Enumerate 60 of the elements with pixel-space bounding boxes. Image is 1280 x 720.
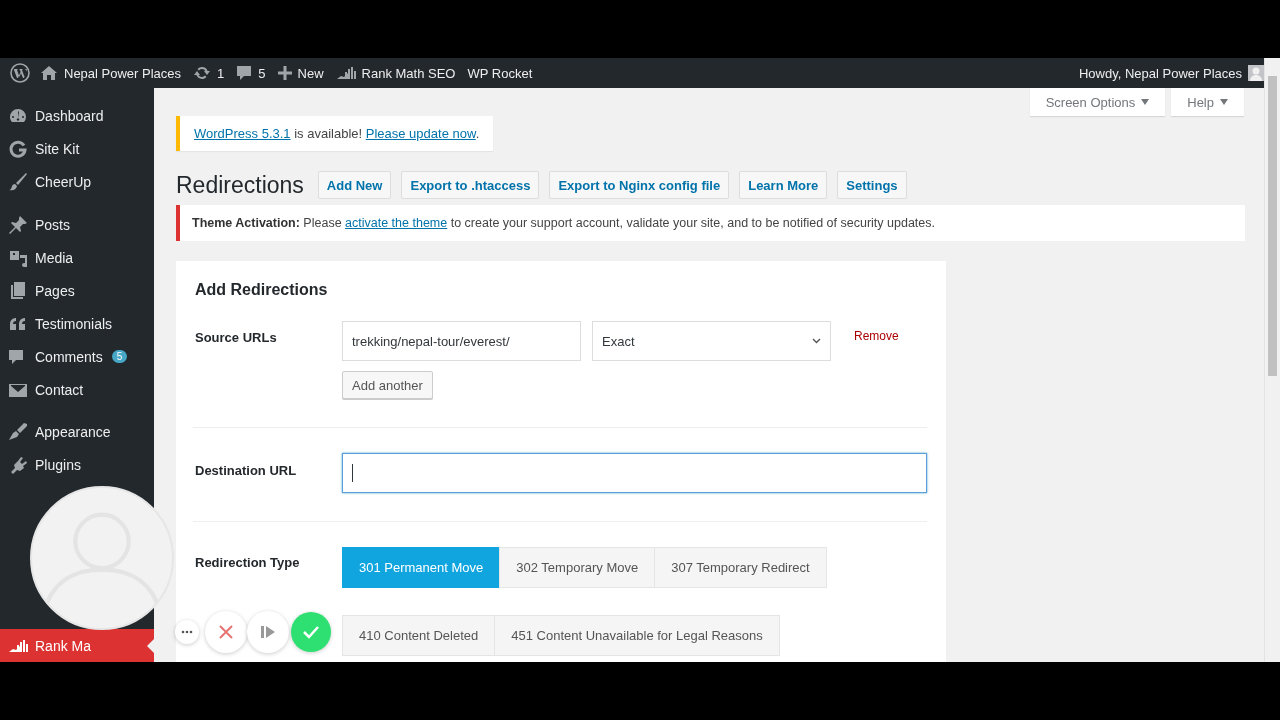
match-select[interactable]: Exact [592,321,831,361]
seo-icon [8,638,28,653]
theme-notice-text: Theme Activation: Please activate the theme to create your support account, validate your site, and to be notified of security updates. [192,216,935,230]
notice-link[interactable]: WordPress 5.3.1 [194,126,291,141]
notice-link[interactable]: Please update now [365,126,476,141]
remove-link[interactable]: Remove [854,329,899,343]
menu-link[interactable]: WP Rocket [467,65,533,81]
page-title: Redirections [176,171,304,199]
option-button[interactable]: 302 Temporary Move [499,547,656,588]
sidebar-item[interactable]: Dashboard [0,100,154,133]
pages-icon [8,280,28,301]
g-icon [8,139,28,160]
page-action-button[interactable]: Export to .htaccess [401,171,540,199]
notice-link[interactable]: activate the theme [345,216,448,230]
update-notice-text: WordPress 5.3.1 is available! Please update now. [194,126,480,141]
home-icon [40,65,58,81]
sidebar-item[interactable]: Plugins [0,448,154,482]
brush-icon [8,172,28,193]
page-action-button[interactable]: Learn More [739,171,828,199]
option-button[interactable]: 451 Content Unavailable for Legal Reasons [494,615,780,656]
pin-icon [8,215,28,236]
page-action-button[interactable]: Settings [837,171,907,199]
destination-url-field[interactable] [342,453,927,493]
new-menu[interactable]: New [297,65,324,81]
count-badge: 5 [111,350,128,364]
sidebar-item[interactable]: Testimonials [0,307,154,341]
sidebar-item[interactable]: Comments 5 [0,340,154,374]
dropdown-arrow-icon [1141,99,1150,105]
account-menu[interactable]: Howdy, Nepal Power Places [1078,65,1242,81]
sidebar-item[interactable]: Appearance [0,415,154,449]
sidebar-item[interactable]: Site Kit [0,132,154,166]
chart-icon [335,66,356,80]
page-action-button[interactable]: Add New [317,171,392,199]
source-url-field[interactable]: trekking/nepal-tour/everest/ [342,321,581,361]
field-label: Redirection Type [195,555,301,570]
field-label: Destination URL [195,463,298,478]
chevron-icon [812,338,821,344]
plus-icon [277,66,292,80]
sidebar-item[interactable]: CheerUp [0,165,154,199]
site-name-link[interactable]: Nepal Power Places [64,65,182,81]
option-button[interactable]: 410 Content Deleted [342,615,496,656]
sidebar-item[interactable]: Contact [0,373,154,406]
refresh-icon [193,65,212,81]
sidebar-item[interactable]: Rank Ma [0,629,154,662]
comment-icon [236,65,253,81]
option-button[interactable]: 307 Temporary Redirect [654,547,827,588]
updates-link[interactable]: 1 [217,65,225,81]
screen-meta-tab[interactable]: Screen Options [1029,88,1166,116]
page-action-button[interactable]: Export to Nginx config file [549,171,730,199]
sidebar-item[interactable]: Pages [0,274,154,308]
field-label: Source URLs [195,330,278,345]
screen-meta-tab[interactable]: Help [1171,88,1244,116]
sidebar-item[interactable]: Media [0,241,154,275]
appearance-icon [8,422,28,443]
form-title: Add Redirections [195,281,329,299]
sidebar-item[interactable]: Posts [0,208,154,242]
seo-menu[interactable]: Rank Math SEO [361,65,456,81]
add-another-button[interactable]: Add another [342,371,433,399]
dropdown-arrow-icon [1220,99,1228,105]
comments-link[interactable]: 5 [258,65,266,81]
